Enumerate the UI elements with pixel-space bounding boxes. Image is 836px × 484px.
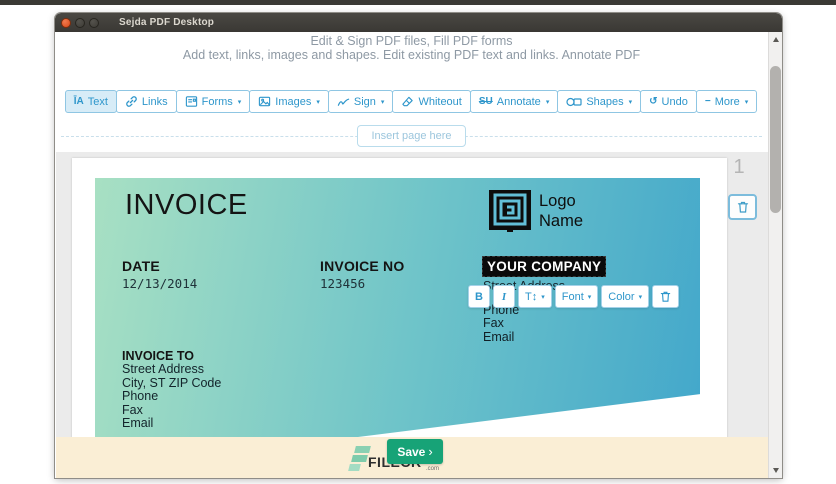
invoice-to-line: City, ST ZIP Code <box>122 377 221 391</box>
screen-top-strip <box>0 0 836 5</box>
invoice-to-line: Phone <box>122 390 221 404</box>
date-value[interactable]: 12/13/2014 <box>122 276 197 291</box>
chevron-down-icon: ▾ <box>238 98 242 106</box>
chevron-down-icon: ▾ <box>639 293 643 301</box>
invoice-title[interactable]: INVOICE <box>125 189 248 222</box>
links-tool-button[interactable]: Links <box>116 90 177 113</box>
chevron-down-icon: ▾ <box>381 98 385 106</box>
desktop: Sejda PDF Desktop Edit & Sign PDF files,… <box>0 0 836 484</box>
italic-button[interactable]: I <box>493 285 515 308</box>
delete-page-button[interactable] <box>728 194 757 220</box>
shapes-icon <box>566 96 582 108</box>
minimize-button[interactable] <box>75 18 85 28</box>
image-icon <box>258 95 271 108</box>
delete-text-button[interactable] <box>652 285 679 308</box>
scroll-up-arrow-icon[interactable] <box>773 37 779 42</box>
logo-line-2: Name <box>539 211 583 231</box>
images-tool-button[interactable]: Images ▾ <box>249 90 329 113</box>
undo-button[interactable]: ↺ Undo <box>640 90 697 113</box>
whiteout-tool-label: Whiteout <box>418 96 461 108</box>
invoice-to-block[interactable]: Street Address City, ST ZIP Code Phone F… <box>122 363 221 431</box>
whiteout-tool-button[interactable]: Whiteout <box>392 90 470 113</box>
chevron-down-icon: ▾ <box>316 98 320 106</box>
undo-icon: ↺ <box>649 96 657 107</box>
maximize-button[interactable] <box>89 18 99 28</box>
company-logo-text[interactable]: Logo Name <box>539 191 583 231</box>
font-size-icon: T↕ <box>525 291 537 303</box>
font-button[interactable]: Font ▾ <box>555 285 599 308</box>
invoice-to-line: Street Address <box>122 363 221 377</box>
color-button[interactable]: Color ▾ <box>601 285 649 308</box>
company-fax: Fax <box>483 317 519 330</box>
text-tool-label: Text <box>88 96 108 108</box>
bold-button[interactable]: B <box>468 285 490 308</box>
signature-icon <box>337 95 350 108</box>
invoice-to-line: Fax <box>122 404 221 418</box>
shapes-tool-button[interactable]: Shapes ▾ <box>557 90 641 113</box>
company-contact-block[interactable]: Phone Fax Email <box>483 304 519 344</box>
sign-tool-button[interactable]: Sign ▾ <box>328 90 394 113</box>
color-button-label: Color <box>608 291 634 303</box>
logo-line-1: Logo <box>539 191 583 211</box>
invoice-to-line: Email <box>122 417 221 431</box>
header-line-2: Add text, links, images and shapes. Edit… <box>55 48 768 62</box>
chevron-down-icon: ▾ <box>745 98 749 106</box>
bottom-banner: FILECR .com Save › <box>56 437 768 478</box>
trash-icon <box>659 290 672 303</box>
company-logo-icon[interactable] <box>489 190 531 232</box>
chevron-down-icon: ▾ <box>629 98 633 106</box>
selected-company-name[interactable]: YOUR COMPANY <box>482 256 606 277</box>
images-tool-label: Images <box>275 96 311 108</box>
insert-page-button[interactable]: Insert page here <box>357 125 465 147</box>
insert-page-row: Insert page here <box>55 123 768 149</box>
sign-tool-label: Sign <box>354 96 376 108</box>
more-button[interactable]: − More ▾ <box>696 90 757 113</box>
chevron-down-icon: ▾ <box>541 293 545 301</box>
invoice-no-label[interactable]: INVOICE NO <box>320 258 404 274</box>
links-tool-label: Links <box>142 96 168 108</box>
save-button[interactable]: Save › <box>387 439 443 464</box>
window-title: Sejda PDF Desktop <box>119 17 214 28</box>
save-button-label: Save <box>397 445 425 459</box>
trash-icon <box>736 200 750 214</box>
vertical-scrollbar[interactable] <box>768 32 782 478</box>
text-tool-button[interactable]: ĪA Text <box>65 90 117 113</box>
link-icon <box>125 95 138 108</box>
main-toolbar: ĪA Text Links Forms ▾ Images ▾ Sign ▾ <box>55 90 768 113</box>
forms-tool-button[interactable]: Forms ▾ <box>176 90 251 113</box>
undo-label: Undo <box>662 96 688 108</box>
close-button[interactable] <box>61 18 71 28</box>
invoice-to-label[interactable]: INVOICE TO <box>122 349 194 363</box>
form-icon <box>185 95 198 108</box>
scroll-down-arrow-icon[interactable] <box>773 468 779 473</box>
company-email: Email <box>483 331 519 344</box>
annotate-tool-button[interactable]: SU Annotate ▾ <box>470 90 558 113</box>
filecr-watermark-suffix: .com <box>426 466 439 472</box>
text-icon: ĪA <box>74 96 84 107</box>
chevron-right-icon: › <box>428 444 432 459</box>
chevron-down-icon: ▾ <box>546 98 550 106</box>
scrollbar-thumb[interactable] <box>770 66 781 213</box>
titlebar[interactable]: Sejda PDF Desktop <box>55 13 782 32</box>
forms-tool-label: Forms <box>202 96 233 108</box>
font-size-button[interactable]: T↕ ▾ <box>518 285 552 308</box>
date-label[interactable]: DATE <box>122 258 160 274</box>
shapes-tool-label: Shapes <box>586 96 623 108</box>
font-button-label: Font <box>562 291 584 303</box>
annotate-tool-label: Annotate <box>497 96 541 108</box>
chevron-down-icon: ▾ <box>588 293 592 301</box>
text-format-toolbar: B I T↕ ▾ Font ▾ Color ▾ <box>468 285 679 308</box>
page-number: 1 <box>729 156 749 179</box>
more-icon: − <box>705 96 711 107</box>
eraser-icon <box>401 95 414 108</box>
invoice-no-value[interactable]: 123456 <box>320 276 365 291</box>
app-window: Sejda PDF Desktop Edit & Sign PDF files,… <box>55 13 782 478</box>
strikethrough-icon: SU <box>479 96 493 107</box>
header-line-1: Edit & Sign PDF files, Fill PDF forms <box>55 34 768 48</box>
more-label: More <box>715 96 740 108</box>
